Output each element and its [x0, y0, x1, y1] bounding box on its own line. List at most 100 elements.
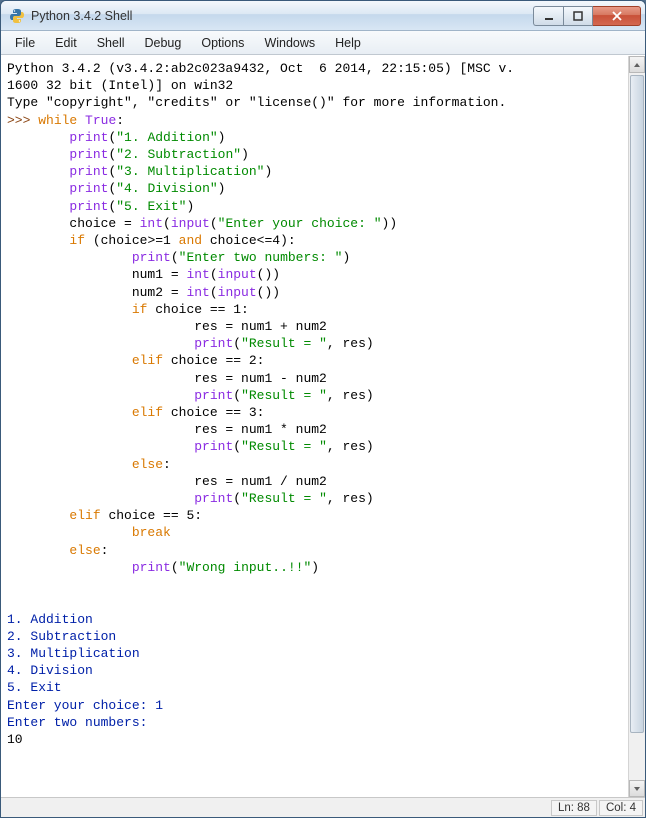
t: )	[272, 267, 280, 282]
t	[7, 302, 132, 317]
window-buttons	[533, 6, 641, 26]
fn: print	[194, 439, 233, 454]
app-window: Python 3.4.2 Shell File Edit Shell Debug…	[0, 0, 646, 818]
t: )	[218, 130, 226, 145]
t: (	[171, 250, 179, 265]
t: :	[163, 457, 171, 472]
shell-editor[interactable]: Python 3.4.2 (v3.4.2:ab2c023a9432, Oct 6…	[1, 56, 628, 797]
scroll-down-button[interactable]	[629, 780, 645, 797]
t: choice<=4):	[202, 233, 296, 248]
b3: Type "copyright", "credits" or "license(…	[7, 95, 506, 110]
maximize-button[interactable]	[563, 6, 593, 26]
status-line: Ln: 88	[551, 800, 597, 816]
t: (	[210, 285, 218, 300]
fn: input	[171, 216, 210, 231]
kw: elif	[132, 405, 163, 420]
t: num2 =	[7, 285, 186, 300]
s: "Enter two numbers: "	[179, 250, 343, 265]
s: "5. Exit"	[116, 199, 186, 214]
t: )	[272, 285, 280, 300]
t: )	[389, 216, 397, 231]
b2: 1600 32 bit (Intel)] on win32	[7, 78, 233, 93]
kw: else	[132, 457, 163, 472]
t: )	[241, 147, 249, 162]
menu-options[interactable]: Options	[191, 33, 254, 53]
out: Enter your choice: 1	[7, 698, 163, 713]
t: res = num1 - num2	[7, 371, 327, 386]
out: 5. Exit	[7, 680, 62, 695]
close-button[interactable]	[593, 6, 641, 26]
t: choice == 1:	[147, 302, 248, 317]
t: (	[210, 267, 218, 282]
fn: print	[69, 199, 108, 214]
t: , res)	[327, 388, 374, 403]
status-col: Col: 4	[599, 800, 643, 816]
scroll-up-button[interactable]	[629, 56, 645, 73]
t: (	[163, 216, 171, 231]
t: , res)	[327, 439, 374, 454]
t: )	[264, 164, 272, 179]
t: choice =	[7, 216, 140, 231]
kw: and	[179, 233, 202, 248]
t: choice == 3:	[163, 405, 264, 420]
kw: if	[69, 233, 85, 248]
s: "Enter your choice: "	[218, 216, 382, 231]
t: :	[116, 113, 124, 128]
statusbar: Ln: 88 Col: 4	[1, 797, 645, 817]
t: :	[101, 543, 109, 558]
prompt: >>>	[7, 113, 38, 128]
fn: int	[186, 267, 209, 282]
kw: break	[132, 525, 171, 540]
t: )	[342, 250, 350, 265]
t: choice == 5:	[101, 508, 202, 523]
menu-help[interactable]: Help	[325, 33, 371, 53]
fn: print	[132, 250, 171, 265]
fn: print	[69, 147, 108, 162]
kw: else	[69, 543, 100, 558]
out: 2. Subtraction	[7, 629, 116, 644]
t: )	[186, 199, 194, 214]
minimize-button[interactable]	[533, 6, 563, 26]
menu-windows[interactable]: Windows	[254, 33, 325, 53]
kw: elif	[69, 508, 100, 523]
out: 10	[7, 732, 23, 747]
s: "4. Division"	[116, 181, 217, 196]
python-icon	[9, 8, 25, 24]
t: (	[171, 560, 179, 575]
fn: input	[218, 267, 257, 282]
t: (	[233, 491, 241, 506]
fn: int	[186, 285, 209, 300]
s: "Result = "	[241, 439, 327, 454]
menu-file[interactable]: File	[5, 33, 45, 53]
vertical-scrollbar[interactable]	[628, 56, 645, 797]
s: "Wrong input..!!"	[179, 560, 312, 575]
kw: elif	[132, 353, 163, 368]
fn: input	[218, 285, 257, 300]
s: "1. Addition"	[116, 130, 217, 145]
fn: print	[69, 181, 108, 196]
titlebar[interactable]: Python 3.4.2 Shell	[1, 1, 645, 31]
content-area: Python 3.4.2 (v3.4.2:ab2c023a9432, Oct 6…	[1, 55, 645, 797]
t: num1 =	[7, 267, 186, 282]
window-title: Python 3.4.2 Shell	[31, 9, 533, 23]
fn: print	[69, 130, 108, 145]
menubar: File Edit Shell Debug Options Windows He…	[1, 31, 645, 55]
t: (	[233, 388, 241, 403]
scroll-track[interactable]	[629, 73, 645, 780]
out: 4. Division	[7, 663, 93, 678]
s: "Result = "	[241, 491, 327, 506]
t: choice == 2:	[163, 353, 264, 368]
t: res = num1 * num2	[7, 422, 327, 437]
b1: Python 3.4.2 (v3.4.2:ab2c023a9432, Oct 6…	[7, 61, 514, 76]
menu-shell[interactable]: Shell	[87, 33, 135, 53]
menu-debug[interactable]: Debug	[135, 33, 192, 53]
s: "Result = "	[241, 388, 327, 403]
t: res = num1 / num2	[7, 474, 327, 489]
t: , res)	[327, 491, 374, 506]
s: "3. Multiplication"	[116, 164, 264, 179]
menu-edit[interactable]: Edit	[45, 33, 87, 53]
out: 3. Multiplication	[7, 646, 140, 661]
scroll-thumb[interactable]	[630, 75, 644, 733]
t: , res)	[327, 336, 374, 351]
t: (	[233, 439, 241, 454]
